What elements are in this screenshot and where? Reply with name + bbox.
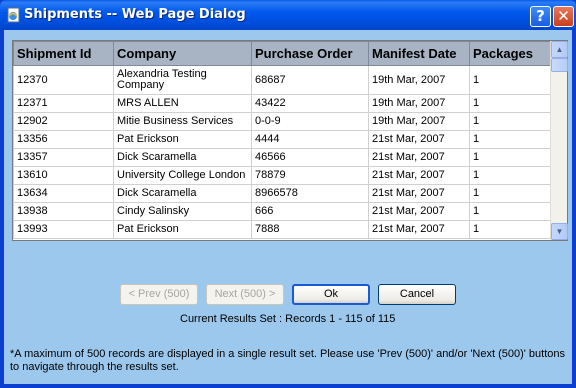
cell-company: Pat Erickson (113, 130, 252, 149)
cell-purchase-order: 46566 (251, 148, 369, 167)
cell-purchase-order: 0-0-9 (251, 112, 369, 131)
cell-purchase-order: 43422 (251, 94, 369, 113)
table-row[interactable]: 13356 Pat Erickson 4444 21st Mar, 2007 1 (13, 130, 551, 149)
help-button[interactable]: ? (530, 6, 551, 27)
next-500-button[interactable]: Next (500) > (206, 284, 284, 305)
cell-shipment-id: 13357 (13, 148, 114, 167)
col-header-purchase-order[interactable]: Purchase Order (251, 41, 369, 66)
cell-company: Mitie Business Services (113, 112, 252, 131)
results-summary: Current Results Set : Records 1 - 115 of… (180, 313, 396, 325)
cell-company: MRS ALLEN (113, 94, 252, 113)
cell-packages: 1 (469, 184, 551, 203)
cell-purchase-order: 8966578 (251, 184, 369, 203)
cell-purchase-order: 7888 (251, 220, 369, 239)
table-row[interactable]: 13938 Cindy Salinsky 666 21st Mar, 2007 … (13, 202, 551, 221)
cell-company: Dick Scaramella (113, 184, 252, 203)
scroll-down-icon[interactable]: ▼ (551, 223, 568, 240)
ie-page-icon (7, 7, 20, 23)
vertical-scrollbar[interactable]: ▲ ▼ (550, 41, 568, 240)
cell-packages: 1 (469, 220, 551, 239)
shipments-table: Shipment Id Company Purchase Order Manif… (13, 41, 551, 239)
cell-shipment-id: 13356 (13, 130, 114, 149)
table-row[interactable]: 13357 Dick Scaramella 46566 21st Mar, 20… (13, 148, 551, 167)
cell-shipment-id: 13634 (13, 184, 114, 203)
prev-500-button[interactable]: < Prev (500) (120, 284, 198, 305)
table-row[interactable]: 12902 Mitie Business Services 0-0-9 19th… (13, 112, 551, 131)
table-row[interactable]: 13610 University College London 78879 21… (13, 166, 551, 185)
cell-purchase-order: 78879 (251, 166, 369, 185)
cell-manifest-date: 21st Mar, 2007 (368, 166, 470, 185)
table-row[interactable]: 12371 MRS ALLEN 43422 19th Mar, 2007 1 (13, 94, 551, 113)
cell-purchase-order: 666 (251, 202, 369, 221)
cell-company: Pat Erickson (113, 220, 252, 239)
cell-purchase-order: 4444 (251, 130, 369, 149)
cell-manifest-date: 19th Mar, 2007 (368, 65, 470, 95)
cell-shipment-id: 13938 (13, 202, 114, 221)
scroll-up-icon[interactable]: ▲ (551, 41, 568, 58)
cell-manifest-date: 19th Mar, 2007 (368, 94, 470, 113)
cell-packages: 1 (469, 148, 551, 167)
col-header-shipment-id[interactable]: Shipment Id (13, 41, 114, 66)
shipments-grid: Shipment Id Company Purchase Order Manif… (12, 40, 568, 241)
title-bar[interactable]: Shipments -- Web Page Dialog ? ✕ (0, 0, 576, 30)
cell-shipment-id: 12370 (13, 65, 114, 95)
dialog-window: Shipments -- Web Page Dialog ? ✕ Shipmen… (0, 0, 576, 388)
cell-packages: 1 (469, 94, 551, 113)
cell-shipment-id: 12371 (13, 94, 114, 113)
cell-packages: 1 (469, 166, 551, 185)
col-header-manifest-date[interactable]: Manifest Date (368, 41, 470, 66)
cancel-button[interactable]: Cancel (378, 284, 456, 305)
cell-packages: 1 (469, 112, 551, 131)
cell-company: Alexandria Testing Company (113, 65, 252, 95)
dialog-body: Shipment Id Company Purchase Order Manif… (4, 30, 572, 384)
cell-shipment-id: 13993 (13, 220, 114, 239)
cell-manifest-date: 21st Mar, 2007 (368, 148, 470, 167)
cell-packages: 1 (469, 65, 551, 95)
cell-packages: 1 (469, 202, 551, 221)
ok-button[interactable]: Ok (292, 284, 370, 305)
cell-company: Cindy Salinsky (113, 202, 252, 221)
cell-shipment-id: 13610 (13, 166, 114, 185)
scroll-thumb[interactable] (551, 58, 568, 72)
cell-manifest-date: 21st Mar, 2007 (368, 130, 470, 149)
col-header-company[interactable]: Company (113, 41, 252, 66)
header-row: Shipment Id Company Purchase Order Manif… (13, 41, 551, 66)
cell-company: University College London (113, 166, 252, 185)
col-header-packages[interactable]: Packages (469, 41, 551, 66)
table-row[interactable]: 13634 Dick Scaramella 8966578 21st Mar, … (13, 184, 551, 203)
cell-manifest-date: 21st Mar, 2007 (368, 184, 470, 203)
table-row[interactable]: 13993 Pat Erickson 7888 21st Mar, 2007 1 (13, 220, 551, 239)
cell-shipment-id: 12902 (13, 112, 114, 131)
cell-company: Dick Scaramella (113, 148, 252, 167)
table-row[interactable]: 12370 Alexandria Testing Company 68687 1… (13, 65, 551, 95)
cell-manifest-date: 19th Mar, 2007 (368, 112, 470, 131)
cell-packages: 1 (469, 130, 551, 149)
cell-purchase-order: 68687 (251, 65, 369, 95)
cell-manifest-date: 21st Mar, 2007 (368, 220, 470, 239)
dialog-title: Shipments -- Web Page Dialog (24, 7, 246, 22)
cell-manifest-date: 21st Mar, 2007 (368, 202, 470, 221)
max-records-note: *A maximum of 500 records are displayed … (10, 348, 566, 373)
close-button[interactable]: ✕ (553, 6, 574, 27)
